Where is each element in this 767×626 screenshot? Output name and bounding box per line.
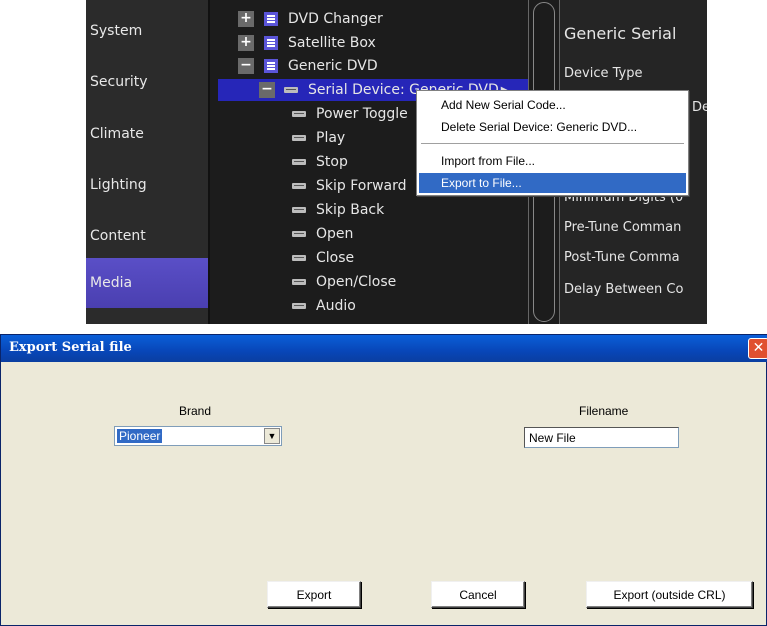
tree-code-item[interactable]: Skip Forward [292,175,407,197]
tree-code-item[interactable]: Open/Close [292,271,396,293]
serial-code-icon [292,159,306,165]
menu-item-delete-serial-device[interactable]: Delete Serial Device: Generic DVD... [419,117,686,137]
export-serial-dialog: Export Serial file ✕ Brand Pioneer ▼ Fil… [0,334,767,626]
nav-item-lighting[interactable]: Lighting [86,159,208,211]
nav-item-label: Security [90,74,148,90]
code-label: Stop [316,154,348,170]
code-label: Close [316,250,355,266]
menu-item-label: Import from File... [441,154,536,168]
nav-item-label: Lighting [90,177,147,193]
menu-item-add-serial-code[interactable]: Add New Serial Code... [419,95,686,115]
tree-item-satellite-box[interactable]: + Satellite Box [238,32,376,54]
serial-code-icon [292,279,306,285]
menu-item-export-to-file[interactable]: Export to File... [419,173,686,193]
collapse-icon[interactable]: − [238,58,254,74]
tree-item-label: Generic DVD [288,58,378,74]
expand-icon[interactable]: + [238,11,254,27]
expand-icon[interactable]: + [238,35,254,51]
menu-item-label: Export to File... [441,176,522,190]
tree-code-item[interactable]: Power Toggle [292,103,408,125]
nav-item-label: Climate [90,126,144,142]
prop-post-tune: Post-Tune Comma [564,250,680,265]
code-label: Skip Back [316,202,385,218]
tree-item-label: DVD Changer [288,11,383,27]
device-list-icon [264,36,278,50]
menu-item-import-from-file[interactable]: Import from File... [419,151,686,171]
brand-select[interactable]: Pioneer ▼ [114,426,282,446]
code-label: Audio [316,298,356,314]
prop-partial-label: De [692,100,707,115]
tree-item-label: Satellite Box [288,35,376,51]
context-menu: Add New Serial Code... Delete Serial Dev… [416,90,689,196]
code-label: Open [316,226,354,242]
brand-selected-value: Pioneer [117,429,163,443]
device-list-icon [264,12,278,26]
properties-title: Generic Serial [564,24,677,43]
export-button[interactable]: Export [267,581,361,608]
nav-item-security[interactable]: Security [86,56,208,108]
nav-item-media[interactable]: Media [86,258,208,308]
code-label: Power Toggle [316,106,408,122]
collapse-icon[interactable]: − [259,82,275,98]
button-label: Export [296,587,332,602]
nav-item-label: System [90,23,143,39]
nav-item-climate[interactable]: Climate [86,108,208,160]
code-label: Skip Forward [316,178,407,194]
serial-code-icon [292,231,306,237]
tree-code-item[interactable]: Audio [292,295,356,317]
serial-code-icon [292,183,306,189]
filename-input[interactable] [524,427,679,448]
prop-delay-between: Delay Between Co [564,282,684,297]
dialog-title: Export Serial file [9,340,132,355]
close-icon: ✕ [752,340,765,356]
chevron-down-icon[interactable]: ▼ [264,428,280,444]
serial-code-icon [292,135,306,141]
dialog-titlebar[interactable]: Export Serial file ✕ [1,335,767,362]
tree-code-item[interactable]: Open [292,223,353,245]
cancel-button[interactable]: Cancel [431,581,525,608]
filename-label: Filename [579,404,629,418]
tree-code-item[interactable]: Stop [292,151,348,173]
nav-item-label: Content [90,228,146,244]
menu-item-label: Delete Serial Device: Generic DVD... [441,120,638,134]
left-nav: System Security Climate Lighting Content… [86,0,208,324]
nav-item-system[interactable]: System [86,5,208,57]
serial-code-icon [284,87,298,93]
code-label: Open/Close [316,274,397,290]
tree-code-item[interactable]: Play [292,127,345,149]
serial-code-icon [292,255,306,261]
serial-code-icon [292,111,306,117]
export-outside-crl-button[interactable]: Export (outside CRL) [586,581,753,608]
menu-item-label: Add New Serial Code... [441,98,566,112]
tree-item-dvd-changer[interactable]: + DVD Changer [238,8,383,30]
button-label: Cancel [459,587,497,602]
serial-code-icon [292,207,306,213]
nav-item-label: Media [90,275,133,291]
button-label: Export (outside CRL) [613,587,726,602]
close-button[interactable]: ✕ [748,338,767,359]
menu-separator [421,143,684,144]
nav-item-content[interactable]: Content [86,210,208,262]
tree-item-generic-dvd[interactable]: − Generic DVD [238,55,378,77]
prop-pre-tune: Pre-Tune Comman [564,220,682,235]
prop-device-type: Device Type [564,66,643,81]
serial-code-icon [292,303,306,309]
tree-code-item[interactable]: Close [292,247,354,269]
brand-label: Brand [179,404,212,418]
tree-code-item[interactable]: Skip Back [292,199,384,221]
code-label: Play [316,130,346,146]
device-list-icon [264,59,278,73]
